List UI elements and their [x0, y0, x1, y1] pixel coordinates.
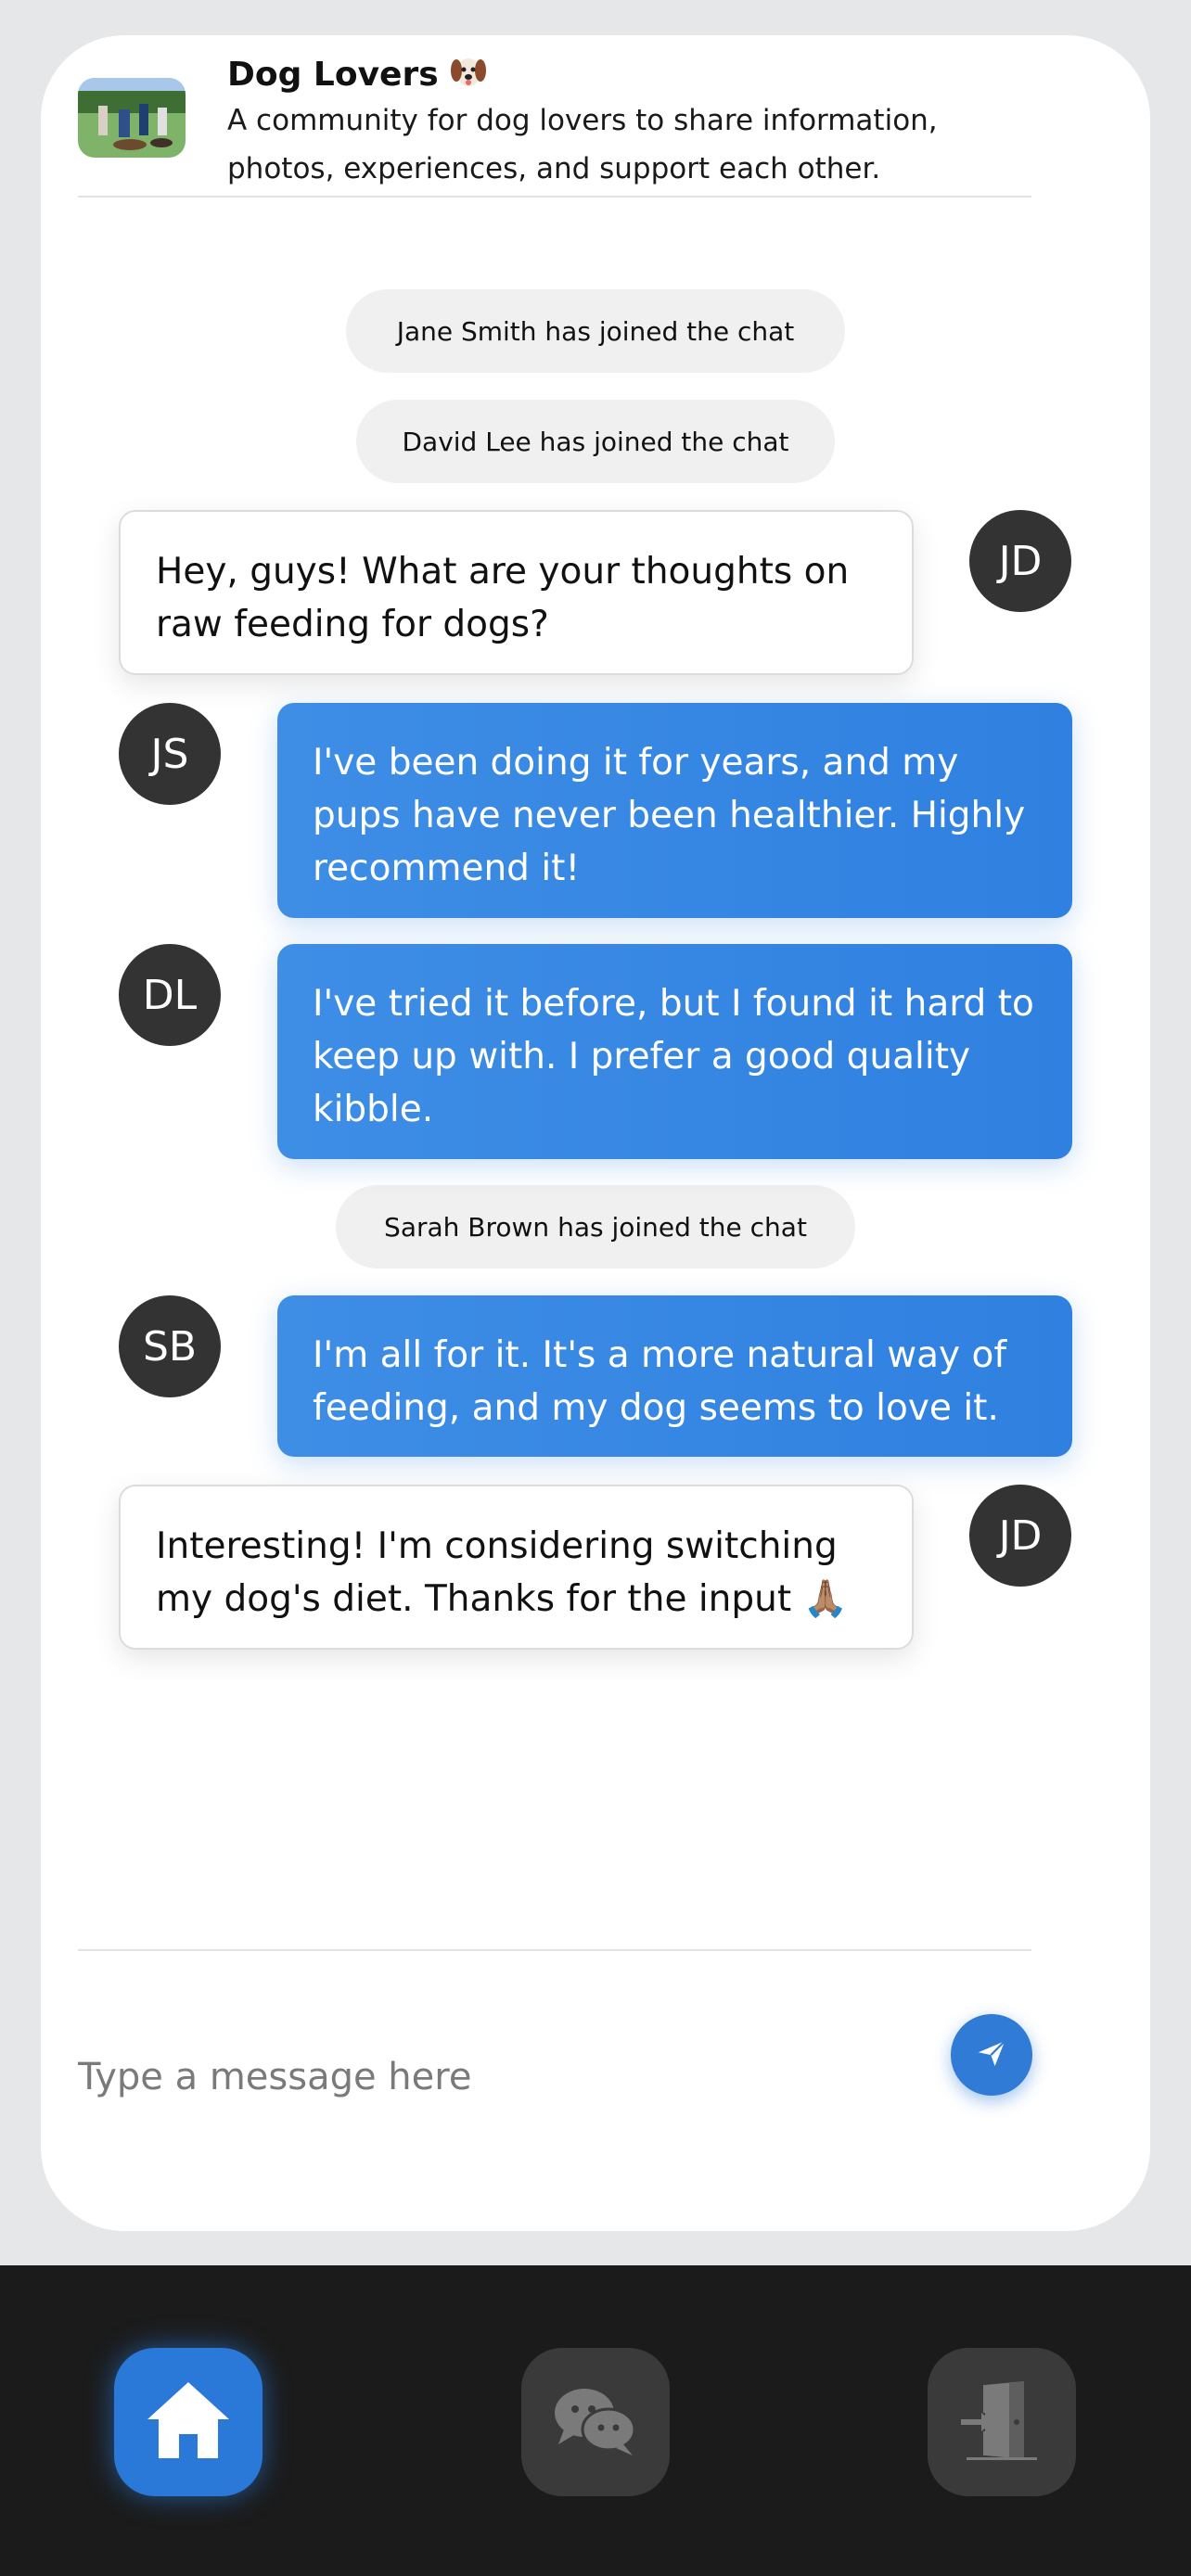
- avatar[interactable]: JD: [969, 510, 1071, 612]
- avatar[interactable]: JS: [119, 703, 221, 805]
- chat-message[interactable]: I'm all for it. It's a more natural way …: [277, 1295, 1072, 1457]
- home-icon: [144, 2378, 233, 2466]
- bottom-nav: [0, 2265, 1191, 2576]
- message-input[interactable]: [78, 2049, 913, 2105]
- group-title-text: Dog Lovers: [227, 56, 439, 94]
- nav-exit-button[interactable]: [928, 2348, 1076, 2496]
- group-title: Dog Lovers: [227, 50, 489, 99]
- chat-message[interactable]: Hey, guys! What are your thoughts on raw…: [119, 510, 914, 675]
- group-avatar[interactable]: [78, 78, 186, 158]
- composer-divider: [78, 1949, 1031, 1951]
- group-description: A community for dog lovers to share info…: [227, 104, 938, 185]
- avatar[interactable]: SB: [119, 1295, 221, 1397]
- avatar[interactable]: JD: [969, 1485, 1071, 1587]
- dog-face-icon: [448, 50, 489, 99]
- system-message: Sarah Brown has joined the chat: [336, 1185, 855, 1269]
- system-message: Jane Smith has joined the chat: [346, 289, 845, 373]
- nav-home-button[interactable]: [114, 2348, 263, 2496]
- exit-door-icon: [957, 2376, 1046, 2468]
- avatar[interactable]: DL: [119, 944, 221, 1046]
- chat-icon: [551, 2383, 640, 2461]
- chat-message[interactable]: I've tried it before, but I found it har…: [277, 944, 1072, 1159]
- nav-chat-button[interactable]: [521, 2348, 670, 2496]
- send-button[interactable]: [951, 2014, 1032, 2096]
- send-icon: [976, 2037, 1007, 2072]
- chat-message[interactable]: Interesting! I'm considering switching m…: [119, 1485, 914, 1650]
- system-message: David Lee has joined the chat: [356, 400, 835, 483]
- chat-message[interactable]: I've been doing it for years, and my pup…: [277, 703, 1072, 918]
- header-divider: [78, 196, 1031, 198]
